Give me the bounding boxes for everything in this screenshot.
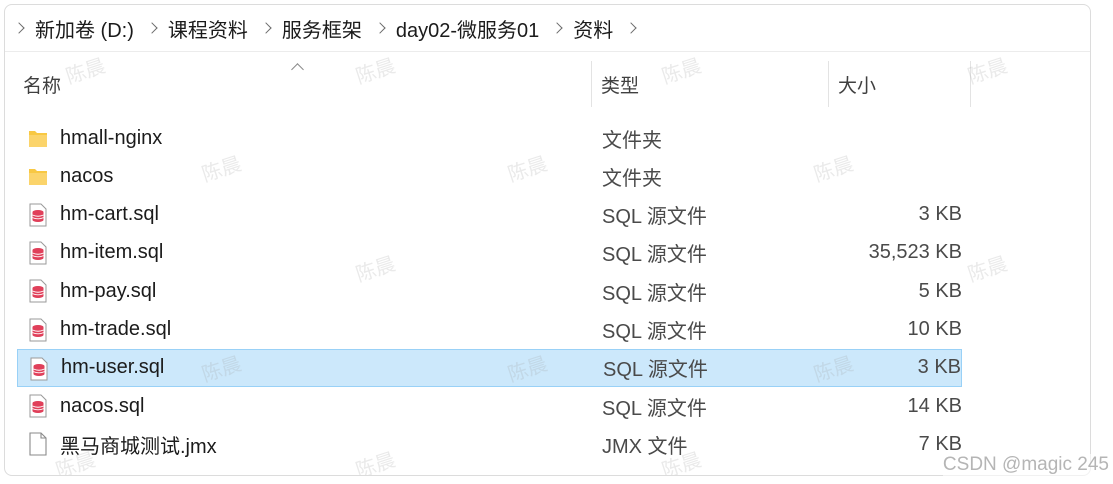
file-type: SQL 源文件 — [602, 282, 707, 305]
file-size: 5 KB — [918, 279, 962, 302]
sql-file-icon — [27, 318, 49, 342]
file-name: hm-trade.sql — [60, 318, 172, 340]
file-name: hm-user.sql — [61, 356, 165, 379]
file-type: 文件夹 — [602, 167, 662, 190]
file-row[interactable]: 黑马商城测试.jmx JMX 文件 7 KB — [17, 425, 962, 463]
file-type: SQL 源文件 — [603, 359, 708, 382]
file-row[interactable]: hm-user.sql SQL 源文件 3 KB — [17, 348, 962, 387]
watermark: 陈晨 — [964, 251, 1011, 287]
file-type: SQL 源文件 — [602, 397, 707, 420]
chevron-right-icon[interactable] — [625, 22, 637, 34]
column-header-name[interactable]: 名称 — [23, 57, 583, 111]
breadcrumb-label: day02-微服务01 — [395, 19, 540, 42]
sql-file-icon — [27, 279, 49, 303]
file-row[interactable]: hm-pay.sql SQL 源文件 5 KB — [17, 272, 962, 310]
folder-icon — [27, 126, 49, 150]
column-name-label: 名称 — [23, 75, 62, 97]
breadcrumb-item-day02[interactable]: day02-微服务01 — [396, 14, 539, 43]
file-name: nacos.sql — [60, 394, 145, 417]
file-type: JMX 文件 — [602, 435, 688, 458]
sql-file-icon — [27, 394, 49, 418]
folder-icon — [27, 164, 49, 188]
file-row[interactable]: hm-item.sql SQL 源文件 35,523 KB — [17, 234, 962, 272]
breadcrumb-label: 资料 — [573, 19, 614, 42]
column-divider[interactable] — [828, 61, 829, 107]
sql-file-icon — [28, 357, 50, 381]
file-name: hm-item.sql — [60, 241, 164, 264]
file-type: 文件夹 — [602, 129, 662, 152]
file-row[interactable]: nacos 文件夹 — [17, 157, 962, 195]
breadcrumb-item-course[interactable]: 课程资料 — [168, 14, 248, 43]
file-size: 14 KB — [907, 394, 962, 417]
file-name: hm-cart.sql — [60, 203, 159, 226]
breadcrumb-item-framework[interactable]: 服务框架 — [282, 14, 362, 43]
file-size: 7 KB — [918, 432, 962, 455]
breadcrumb-item-materials[interactable]: 资料 — [573, 14, 613, 43]
breadcrumb-item-drive[interactable]: 新加卷 (D:) — [35, 14, 134, 43]
file-size: 3 KB — [918, 203, 962, 226]
file-size: 10 KB — [907, 318, 962, 340]
chevron-right-icon[interactable] — [374, 22, 386, 34]
file-explorer-window: 新加卷 (D:) 课程资料 服务框架 day02-微服务01 资料 名称 类型 … — [4, 4, 1091, 476]
sql-file-icon — [27, 203, 49, 227]
column-type-label: 类型 — [601, 75, 640, 97]
file-row[interactable]: nacos.sql SQL 源文件 14 KB — [17, 387, 962, 425]
column-header-type[interactable]: 类型 — [601, 57, 831, 111]
credit-watermark: CSDN @magic 245 — [942, 454, 1109, 476]
breadcrumb: 新加卷 (D:) 课程资料 服务框架 day02-微服务01 资料 — [5, 5, 1090, 52]
file-row[interactable]: hmall-nginx 文件夹 — [17, 119, 962, 157]
sql-file-icon — [27, 241, 49, 265]
column-size-label: 大小 — [838, 75, 877, 97]
file-size: 3 KB — [917, 356, 961, 379]
file-name: hm-pay.sql — [60, 279, 157, 302]
file-size: 35,523 KB — [868, 241, 962, 264]
file-type: SQL 源文件 — [602, 321, 707, 343]
file-name: hmall-nginx — [60, 126, 163, 149]
file-name: 黑马商城测试.jmx — [60, 435, 217, 458]
file-row[interactable]: hm-cart.sql SQL 源文件 3 KB — [17, 196, 962, 234]
file-icon — [27, 432, 49, 456]
file-name: nacos — [60, 164, 114, 187]
file-type: SQL 源文件 — [602, 244, 707, 267]
column-header-size[interactable]: 大小 — [838, 57, 968, 111]
breadcrumb-label: 服务框架 — [281, 19, 362, 42]
breadcrumb-label: 新加卷 (D:) — [35, 19, 134, 42]
column-divider[interactable] — [591, 61, 592, 107]
chevron-right-icon[interactable] — [260, 22, 272, 34]
chevron-right-icon[interactable] — [551, 22, 563, 34]
chevron-right-icon[interactable] — [146, 22, 158, 34]
file-row[interactable]: hm-trade.sql SQL 源文件 10 KB — [17, 311, 962, 349]
file-type: SQL 源文件 — [602, 206, 707, 229]
column-header: 名称 类型 大小 — [5, 57, 1090, 111]
chevron-right-icon[interactable] — [13, 22, 25, 34]
column-divider[interactable] — [970, 61, 971, 107]
breadcrumb-label: 课程资料 — [167, 19, 248, 42]
